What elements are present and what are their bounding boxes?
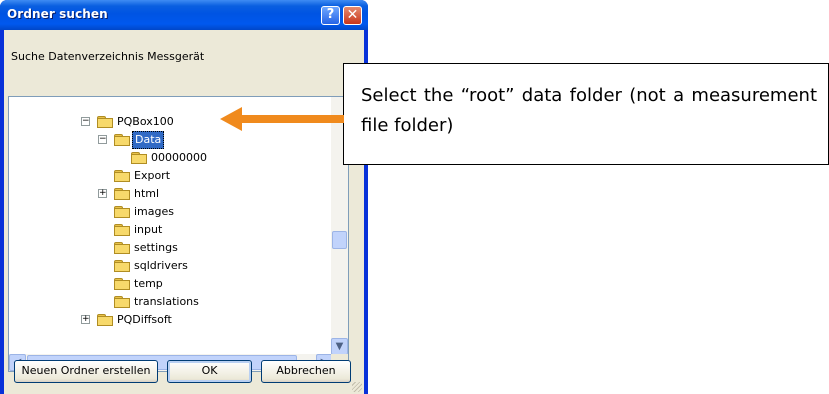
folder-icon [114,224,130,236]
close-icon[interactable]: ✕ [343,6,362,25]
expand-icon[interactable]: + [81,315,90,324]
tree-item-label[interactable]: PQBox100 [115,113,176,131]
arrow-shape [220,107,344,131]
tree-item-label[interactable]: settings [132,239,180,257]
folder-icon [97,116,113,128]
dialog-title: Ordner suchen [7,7,108,21]
cancel-button[interactable]: Abbrechen [261,360,351,383]
collapse-icon[interactable]: − [81,117,90,126]
folder-icon [97,314,113,326]
tree-item[interactable]: Export [9,167,331,185]
help-button[interactable]: ? [321,6,340,25]
tree-item-label[interactable]: sqldrivers [132,257,190,275]
vertical-scroll-thumb[interactable] [332,231,347,249]
collapse-icon[interactable]: − [98,135,107,144]
tree-item[interactable]: temp [9,275,331,293]
ok-button[interactable]: OK [167,360,252,383]
annotation-arrow [220,107,344,131]
tree-item[interactable]: translations [9,293,331,311]
title-bar[interactable]: Ordner suchen ? ✕ [0,0,368,30]
folder-icon [114,134,130,146]
tree-item-label[interactable]: translations [132,293,201,311]
tree-item[interactable]: + PQDiffsoft [9,311,331,329]
tree-item[interactable]: sqldrivers [9,257,331,275]
folder-icon [114,296,130,308]
folder-icon [114,206,130,218]
tree-item-label[interactable]: Export [132,167,172,185]
tree-item[interactable]: 00000000 [9,149,331,167]
tree-item-label[interactable]: Data [132,131,165,149]
folder-tree[interactable]: − PQBox100− Data 00000000 Export + html images i… [8,96,349,372]
tree-item-label[interactable]: html [132,185,161,203]
tree-item[interactable]: − Data [9,131,331,149]
expand-icon[interactable]: + [98,189,107,198]
scroll-down-button[interactable]: ▼ [331,338,348,355]
instruction-text: Suche Datenverzeichnis Messgerät [11,50,205,63]
tree-item-label[interactable]: images [132,203,176,221]
folder-icon [114,242,130,254]
callout-text: Select the “root” data folder (not a mea… [361,85,817,136]
tree-item-label[interactable]: PQDiffsoft [115,311,174,329]
tree-item[interactable]: input [9,221,331,239]
folder-icon [131,152,147,164]
resize-grip[interactable] [352,382,362,392]
tree-item[interactable]: settings [9,239,331,257]
tree-item-label[interactable]: 00000000 [149,149,209,167]
tree-item[interactable]: + html [9,185,331,203]
folder-icon [114,170,130,182]
tree-item-label[interactable]: temp [132,275,165,293]
annotation-callout: Select the “root” data folder (not a mea… [343,63,829,165]
folder-icon [114,188,130,200]
browse-folder-dialog: Ordner suchen ? ✕ Suche Datenverzeichnis… [0,0,368,394]
dialog-client-area: Suche Datenverzeichnis Messgerät − PQBox1… [4,30,364,394]
tree-item-label[interactable]: input [132,221,164,239]
tree-item[interactable]: images [9,203,331,221]
new-folder-button[interactable]: Neuen Ordner erstellen [14,360,158,383]
folder-icon [114,278,130,290]
folder-icon [114,260,130,272]
